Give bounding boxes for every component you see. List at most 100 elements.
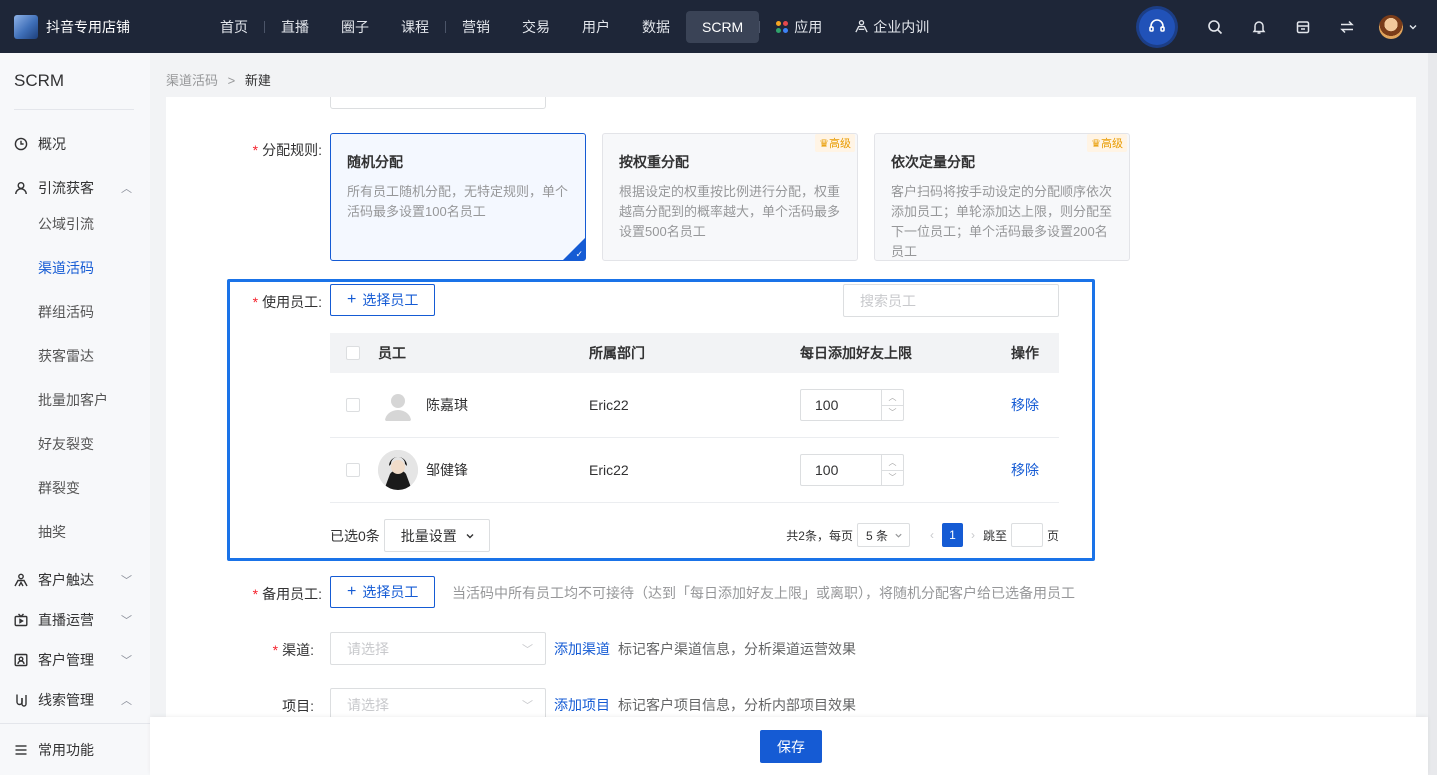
rule-card-sequential[interactable]: ♛高级 依次定量分配 客户扫码将按手动设定的分配顺序依次添加员工；单轮添加达上限… [874, 133, 1130, 261]
sidebar-item-group-code[interactable]: 群组活码 [0, 290, 150, 334]
sidebar-item-public-traffic[interactable]: 公域引流 [0, 202, 150, 246]
remove-link[interactable]: 移除 [1011, 395, 1039, 415]
channel-label: * 渠道: [230, 640, 314, 660]
select-all-cell [346, 333, 360, 373]
staff-table-header: 员工 所属部门 每日添加好友上限 操作 [330, 333, 1059, 373]
remove-link[interactable]: 移除 [1011, 460, 1039, 480]
sidebar-group-reach[interactable]: 客户触达 ﹀ [0, 560, 150, 600]
breadcrumb-parent[interactable]: 渠道活码 [166, 73, 218, 88]
select-staff-button[interactable]: + 选择员工 [330, 284, 436, 316]
rule-card-random[interactable]: 随机分配 所有员工随机分配，无特定规则，单个活码最多设置100名员工 ✓ [330, 133, 586, 261]
nav-scrm[interactable]: SCRM [686, 10, 760, 43]
select-all-checkbox[interactable] [346, 346, 360, 360]
premium-badge: ♛高级 [1087, 134, 1127, 152]
sidebar-group-lead[interactable]: 引流获客 ︿ [0, 168, 150, 208]
nav-trade[interactable]: 交易 [506, 11, 566, 43]
chevron-down-icon [894, 531, 903, 540]
select-backup-staff-button[interactable]: + 选择员工 [330, 576, 436, 608]
badge-text: 高级 [1101, 138, 1123, 150]
sidebar-group-live[interactable]: 直播运营 ﹀ [0, 600, 150, 640]
rule-desc: 所有员工随机分配，无特定规则，单个活码最多设置100名员工 [347, 184, 569, 219]
sidebar-group-label: 客户触达 [38, 572, 94, 588]
decrement-icon[interactable]: ﹀ [882, 404, 903, 421]
sidebar-item-batch-add[interactable]: 批量加客户 [0, 378, 150, 422]
sidebar-item-lottery[interactable]: 抽奖 [0, 510, 150, 554]
save-button[interactable]: 保存 [760, 730, 822, 763]
staff-search-input[interactable]: 搜索员工 [843, 284, 1059, 317]
daily-limit-stepper[interactable]: 100 ︿ ﹀ [800, 454, 904, 486]
sidebar-group-customer[interactable]: 客户管理 ﹀ [0, 640, 150, 680]
next-page-icon[interactable]: › [971, 528, 975, 542]
daily-limit-value: 100 [815, 397, 839, 413]
page-size-value: 5 条 [865, 528, 888, 543]
page-number-current[interactable]: 1 [941, 523, 963, 547]
page-scrollbar[interactable] [1428, 53, 1437, 775]
switch-icon[interactable] [1337, 17, 1357, 37]
nav-training-label: 企业内训 [873, 18, 930, 35]
project-label-text: 项目: [282, 698, 314, 714]
table-row: 邹健锋 Eric22 100 ︿ ﹀ 移除 [330, 438, 1059, 503]
increment-icon[interactable]: ︿ [882, 455, 903, 470]
customer-service-icon[interactable] [1139, 8, 1175, 45]
channel-label-text: 渠道: [282, 642, 314, 658]
nav-apps[interactable]: 应用 [760, 11, 838, 43]
jump-page-input[interactable] [1010, 523, 1043, 547]
search-icon[interactable] [1205, 17, 1225, 37]
decrement-icon[interactable]: ﹀ [882, 469, 903, 486]
backup-staff-label: * 备用员工: [230, 584, 322, 604]
prev-page-icon[interactable]: ‹ [930, 528, 934, 542]
staff-name: 陈嘉琪 [426, 397, 468, 413]
nav-marketing[interactable]: 营销 [446, 11, 506, 43]
sidebar-item-overview[interactable]: 概况 [0, 124, 150, 164]
brand[interactable]: 抖音专用店铺 [0, 14, 200, 39]
check-icon: ✓ [575, 249, 583, 259]
sidebar-group-label: 引流获客 [38, 180, 94, 196]
row-checkbox[interactable] [346, 398, 360, 412]
sidebar-item-friend-fission[interactable]: 好友裂变 [0, 422, 150, 466]
limit-cell: 100 ︿ ﹀ [800, 438, 904, 502]
row-checkbox[interactable] [346, 463, 360, 477]
nav-home[interactable]: 首页 [204, 11, 264, 43]
increment-icon[interactable]: ︿ [882, 390, 903, 405]
nav-live[interactable]: 直播 [265, 11, 325, 43]
batch-setting-label: 批量设置 [400, 527, 457, 544]
chevron-up-icon: ︿ [121, 183, 132, 195]
batch-setting-dropdown[interactable]: 批量设置 [383, 519, 490, 552]
user-icon [14, 181, 30, 195]
premium-badge: ♛高级 [815, 134, 855, 152]
daily-limit-stepper[interactable]: 100 ︿ ﹀ [800, 389, 904, 421]
sidebar-item-radar[interactable]: 获客雷达 [0, 334, 150, 378]
sidebar-common-functions[interactable]: 常用功能 [0, 723, 150, 775]
chevron-down-icon[interactable] [1407, 17, 1419, 37]
badge-text: 高级 [829, 138, 851, 150]
nav-training[interactable]: 企业内训 [838, 11, 945, 43]
select-staff-label: 选择员工 [362, 292, 419, 308]
sidebar-title: SCRM [14, 71, 65, 90]
sidebar-group-clue[interactable]: 线索管理 ︿ [0, 680, 150, 720]
table-footer-left: 已选0条 批量设置 [330, 519, 490, 552]
row-checkbox-cell [346, 438, 360, 502]
nav-user[interactable]: 用户 [566, 11, 626, 43]
backup-label-text: 备用员工: [262, 586, 322, 602]
staff-cell: 陈嘉琪 [378, 373, 468, 437]
dept-cell: Eric22 [589, 397, 629, 413]
add-channel-link[interactable]: 添加渠道 [554, 639, 610, 659]
sidebar-item-channel-code[interactable]: 渠道活码 [0, 246, 150, 290]
store-icon[interactable] [1293, 17, 1313, 37]
page-size-select[interactable]: 5 条 [856, 523, 910, 547]
menu-icon [14, 743, 30, 757]
channel-select[interactable]: 请选择 ﹀ [330, 632, 546, 665]
nav-circle[interactable]: 圈子 [325, 11, 385, 43]
add-project-link[interactable]: 添加项目 [554, 695, 610, 715]
nav-data[interactable]: 数据 [626, 11, 686, 43]
truncated-field [330, 97, 546, 109]
bell-icon[interactable] [1249, 17, 1269, 37]
rule-card-weight[interactable]: ♛高级 按权重分配 根据设定的权重按比例进行分配，权重越高分配到的概率越大，单个… [602, 133, 858, 261]
nav-course[interactable]: 课程 [385, 11, 445, 43]
page-unit: 页 [1046, 528, 1059, 543]
user-avatar[interactable] [1379, 14, 1403, 39]
top-actions [1139, 0, 1419, 53]
crown-icon: ♛ [1091, 138, 1101, 150]
sidebar-item-group-fission[interactable]: 群裂变 [0, 466, 150, 510]
select-backup-label: 选择员工 [362, 584, 419, 600]
